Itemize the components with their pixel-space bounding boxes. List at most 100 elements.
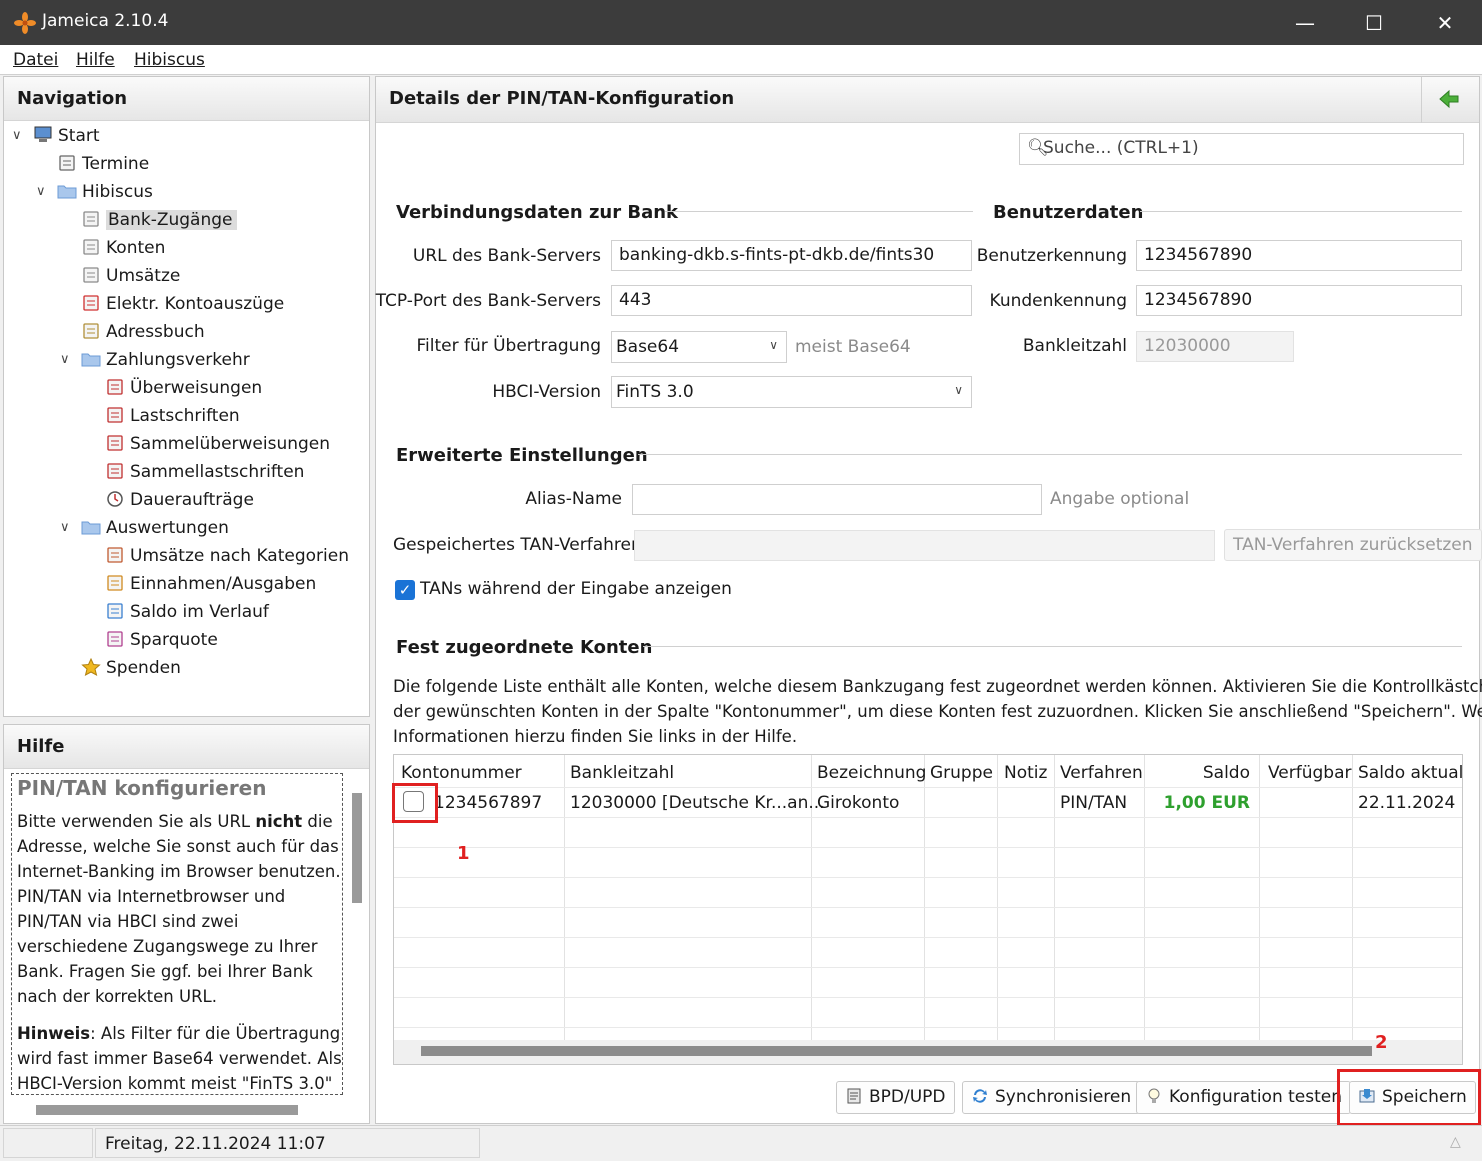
- annotation-label-2: 2: [1375, 1032, 1388, 1053]
- sidebar-item-label: Adressbuch: [106, 322, 205, 342]
- alias-hint: Angabe optional: [1050, 489, 1190, 509]
- minimize-button[interactable]: —: [1275, 6, 1335, 40]
- help-content: PIN/TAN konfigurieren Bitte verwenden Si…: [11, 773, 343, 1095]
- sidebar-item-start[interactable]: Start: [33, 123, 100, 149]
- bpd-upd-button[interactable]: BPD/UPD: [836, 1081, 955, 1114]
- folder-icon: [57, 182, 77, 200]
- menu-hilfe[interactable]: Hilfe: [76, 50, 115, 70]
- details-title: Details der PIN/TAN-Konfiguration: [376, 77, 1479, 123]
- help-horizontal-scrollbar[interactable]: [36, 1105, 298, 1115]
- hbci-select[interactable]: FinTS 3.0 ∨: [611, 376, 972, 408]
- tan-input: [634, 530, 1215, 561]
- clock-icon: [105, 490, 125, 508]
- column-saldo[interactable]: Saldo: [1203, 763, 1250, 783]
- port-input[interactable]: 443: [611, 285, 972, 316]
- calendar-icon: [57, 154, 77, 172]
- sidebar-item-konten[interactable]: Konten: [81, 235, 165, 261]
- column-notiz[interactable]: Notiz: [1004, 763, 1047, 783]
- show-tans-checkbox[interactable]: ✓: [395, 580, 415, 600]
- test-configuration-button[interactable]: Konfiguration testen: [1136, 1081, 1352, 1114]
- sidebar-item-label: Umsätze nach Kategorien: [130, 546, 349, 566]
- help-vertical-scrollbar[interactable]: [352, 793, 362, 903]
- chevron-down-icon[interactable]: ∨: [12, 128, 22, 143]
- column-kontonummer[interactable]: Kontonummer: [401, 763, 522, 783]
- sidebar-item-saldo-im-verlauf[interactable]: Saldo im Verlauf: [105, 599, 269, 625]
- sidebar-item-zahlungsverkehr[interactable]: Zahlungsverkehr: [81, 347, 250, 373]
- alias-input[interactable]: [632, 484, 1042, 515]
- customer-input[interactable]: 1234567890: [1136, 285, 1462, 316]
- tan-reset-button: TAN-Verfahren zurücksetzen: [1224, 529, 1482, 561]
- alias-label: Alias-Name: [525, 489, 622, 509]
- cell-bezeichnung: Girokonto: [817, 793, 900, 813]
- savings-chart-icon: [105, 630, 125, 648]
- section-user: Benutzerdaten: [993, 202, 1144, 223]
- sidebar-item-label: Überweisungen: [130, 378, 263, 398]
- sidebar-item-spenden[interactable]: Spenden: [81, 655, 181, 681]
- sidebar-item-label: Sparquote: [130, 630, 218, 650]
- sidebar-item-hibiscus[interactable]: Hibiscus: [57, 179, 153, 205]
- help-paragraph-1: Bitte verwenden Sie als URL nicht die Ad…: [17, 812, 341, 1006]
- annotation-box-2: [1337, 1069, 1481, 1126]
- sidebar-item-label: Zahlungsverkehr: [106, 350, 250, 370]
- table-horizontal-scrollbar[interactable]: [421, 1046, 1372, 1056]
- sidebar-item-label: Umsätze: [106, 266, 181, 286]
- cell-verfahren: PIN/TAN: [1060, 793, 1128, 813]
- section-accounts: Fest zugeordnete Konten: [396, 637, 653, 658]
- column-verfahren[interactable]: Verfahren: [1060, 763, 1143, 783]
- sidebar-item-sammellastschriften[interactable]: Sammellastschriften: [105, 459, 304, 485]
- computer-icon: [33, 126, 53, 144]
- maximize-button[interactable]: ☐: [1344, 6, 1404, 40]
- sidebar-item-sammelüberweisungen[interactable]: Sammelüberweisungen: [105, 431, 330, 457]
- transfer-icon: [105, 378, 125, 396]
- back-arrow-icon[interactable]: [1438, 89, 1460, 109]
- filter-select[interactable]: Base64 ∨: [611, 331, 787, 363]
- navigation-title: Navigation: [4, 77, 369, 121]
- column-bezeichnung[interactable]: Bezeichnung: [817, 763, 926, 783]
- sidebar-item-auswertungen[interactable]: Auswertungen: [81, 515, 229, 541]
- menu-hibiscus[interactable]: Hibiscus: [134, 50, 205, 70]
- chevron-down-icon: ∨: [769, 338, 778, 352]
- chevron-down-icon[interactable]: ∨: [60, 520, 70, 535]
- userid-input[interactable]: 1234567890: [1136, 240, 1462, 271]
- accounts-description: Die folgende Liste enthält alle Konten, …: [393, 677, 1482, 746]
- blz-label: Bankleitzahl: [1022, 336, 1127, 356]
- show-tans-label: TANs während der Eingabe anzeigen: [420, 579, 732, 599]
- sync-icon: [973, 1089, 987, 1103]
- window-title: Jameica 2.10.4: [42, 11, 169, 31]
- search-icon: 🔍︎: [1027, 138, 1049, 158]
- sidebar-item-label: Sammellastschriften: [130, 462, 305, 482]
- sidebar-item-adressbuch[interactable]: Adressbuch: [81, 319, 205, 345]
- search-input[interactable]: 🔍︎Suche... (CTRL+1): [1019, 133, 1464, 165]
- sidebar-item-umsätze[interactable]: Umsätze: [81, 263, 180, 289]
- sidebar-item-termine[interactable]: Termine: [57, 151, 149, 177]
- sidebar-item-lastschriften[interactable]: Lastschriften: [105, 403, 240, 429]
- cell-bankleitzahl: 12030000 [Deutsche Kr...an...: [570, 793, 825, 813]
- close-button[interactable]: ✕: [1415, 6, 1475, 40]
- sidebar-item-einnahmen-ausgaben[interactable]: Einnahmen/Ausgaben: [105, 571, 316, 597]
- sidebar-item-daueraufträge[interactable]: Daueraufträge: [105, 487, 254, 513]
- resize-grip-icon[interactable]: △: [1450, 1134, 1461, 1150]
- folder-icon: [81, 350, 101, 368]
- column-bankleitzahl[interactable]: Bankleitzahl: [570, 763, 674, 783]
- sidebar-item-überweisungen[interactable]: Überweisungen: [105, 375, 262, 401]
- chevron-down-icon[interactable]: ∨: [60, 352, 70, 367]
- chevron-down-icon: ∨: [954, 383, 963, 397]
- sidebar-item-sparquote[interactable]: Sparquote: [105, 627, 218, 653]
- sidebar-item-umsätze-nach-kategorien[interactable]: Umsätze nach Kategorien: [105, 543, 349, 569]
- document-icon: [847, 1088, 861, 1104]
- url-input[interactable]: banking-dkb.s-fints-pt-dkb.de/fints30: [611, 240, 972, 271]
- port-label: TCP-Port des Bank-Servers: [375, 291, 601, 311]
- chevron-down-icon[interactable]: ∨: [36, 184, 46, 199]
- column-verfuegbar[interactable]: Verfügbar: [1268, 763, 1352, 783]
- column-saldo-aktualisiert[interactable]: Saldo aktualisiert: [1358, 763, 1462, 783]
- sidebar-item-elektr-kontoauszüge[interactable]: Elektr. Kontoauszüge: [81, 291, 284, 317]
- sidebar-item-label: Lastschriften: [130, 406, 240, 426]
- transactions-icon: [81, 266, 101, 284]
- help-title: Hilfe: [4, 725, 369, 769]
- column-gruppe[interactable]: Gruppe: [930, 763, 993, 783]
- menu-datei[interactable]: Datei: [13, 50, 58, 70]
- pdf-icon: [81, 294, 101, 312]
- sidebar-item-label: Termine: [82, 154, 150, 174]
- sidebar-item-bank-zugänge[interactable]: Bank-Zugänge: [81, 207, 237, 233]
- synchronize-button[interactable]: Synchronisieren: [962, 1081, 1141, 1114]
